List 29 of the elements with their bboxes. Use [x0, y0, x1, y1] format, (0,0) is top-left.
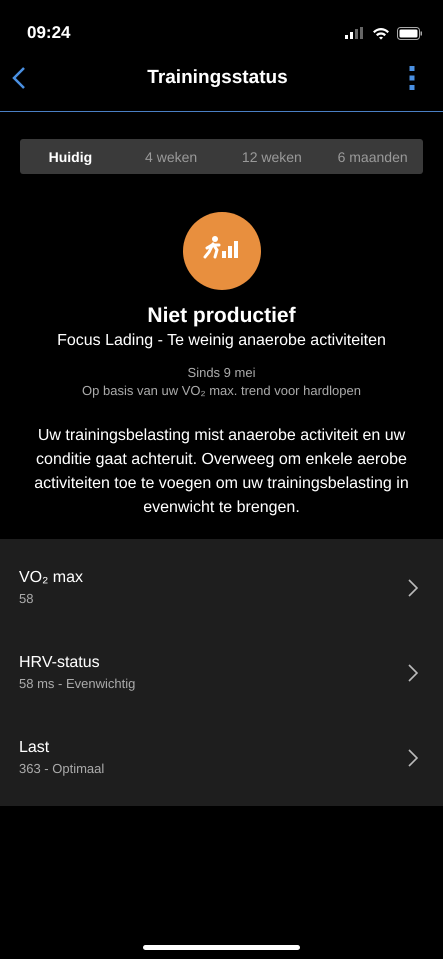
- signal-icon: [345, 27, 365, 39]
- metric-label: VO₂ max: [19, 569, 83, 587]
- status-title: Niet productief: [147, 304, 296, 328]
- basis-note: Op basis van uw VO₂ max. trend voor hardlopen: [82, 382, 361, 400]
- metric-row[interactable]: HRV-status 58 ms - Evenwichtig: [0, 630, 443, 715]
- status-description: Uw trainingsbelasting mist anaerobe activiteit en uw conditie gaat achteruit. Overweeg om enkele aerobe activiteiten toe te voegen om uw trainingsbelasting in evenwicht te brengen.: [33, 426, 410, 518]
- chevron-icon: [408, 578, 418, 596]
- screen-title: Trainingsstatus: [147, 66, 288, 88]
- metric-value: 58: [19, 591, 34, 606]
- metric-label: HRV-status: [19, 654, 101, 672]
- clock: 09:24: [27, 23, 70, 43]
- period-tab[interactable]: 6 maanden: [322, 148, 423, 164]
- metric-row[interactable]: VO₂ max 58: [0, 545, 443, 630]
- battery-icon: [397, 26, 423, 40]
- more-icon[interactable]: [408, 66, 415, 90]
- metric-row[interactable]: Last 363 - Optimaal: [0, 715, 443, 800]
- chevron-icon: [408, 664, 418, 682]
- period-tab[interactable]: 4 weken: [120, 148, 222, 164]
- wifi-icon: [372, 26, 390, 40]
- back-icon[interactable]: [12, 66, 26, 90]
- status-subtitle: Focus Lading - Te weinig anaerobe activiteiten: [57, 332, 386, 350]
- runner-bars-icon: [182, 212, 260, 290]
- chevron-icon: [408, 748, 418, 766]
- metric-value: 58 ms - Evenwichtig: [19, 676, 136, 691]
- period-tab[interactable]: Huidig: [20, 148, 121, 164]
- period-tab[interactable]: 12 weken: [222, 148, 322, 164]
- since-date: Sinds 9 mei: [188, 364, 256, 382]
- metric-label: Last: [19, 739, 50, 757]
- metric-value: 363 - Optimaal: [19, 761, 104, 776]
